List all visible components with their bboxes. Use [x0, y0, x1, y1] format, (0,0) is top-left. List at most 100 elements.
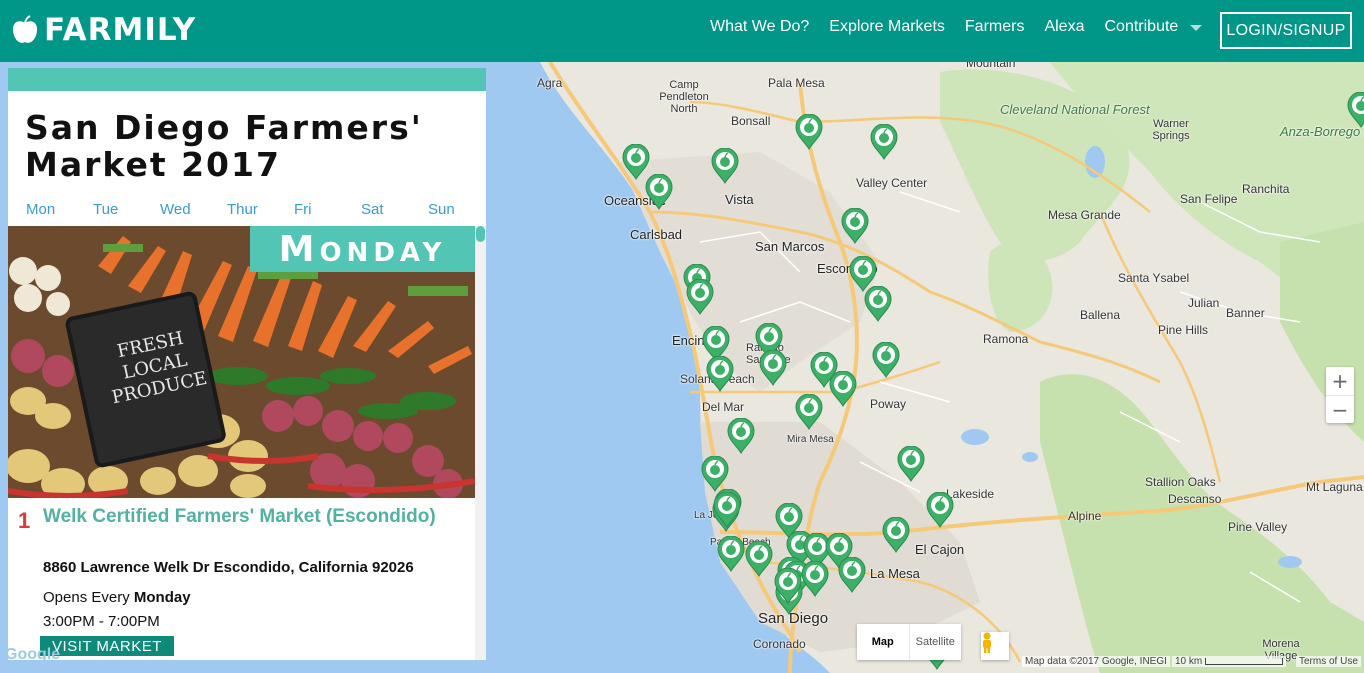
nav-what-we-do[interactable]: What We Do? — [710, 18, 809, 36]
logo-text: FARMILY — [44, 12, 197, 48]
market-hours: 3:00PM - 7:00PM — [43, 613, 160, 630]
map-label-pine-hills: Pine Hills — [1158, 323, 1209, 337]
map-label-la-mesa: La Mesa — [870, 566, 920, 581]
market-pin-icon[interactable] — [745, 541, 773, 577]
market-panel: San Diego Farmers' Market 2017 Mon Tue W… — [8, 68, 486, 660]
top-navbar: FARMILY What We Do? Explore Markets Farm… — [0, 0, 1364, 62]
map-type-map-button[interactable]: Map — [857, 624, 909, 660]
nav-alexa[interactable]: Alexa — [1044, 18, 1084, 36]
map-scale[interactable]: 10 km — [1172, 656, 1287, 667]
map-label-agra: Agra — [537, 76, 563, 90]
tab-wed[interactable]: Wed — [160, 201, 191, 218]
market-pin-icon[interactable] — [717, 536, 745, 572]
map-label-santa-ysabel: Santa Ysabel — [1118, 271, 1190, 285]
current-day-text: MONDAY — [278, 228, 447, 270]
tab-tue[interactable]: Tue — [93, 201, 118, 218]
market-pin-icon[interactable] — [795, 114, 823, 150]
map-label-ramona: Ramona — [983, 332, 1029, 346]
google-logo[interactable]: Google — [5, 646, 60, 664]
scrollbar-thumb[interactable] — [476, 226, 485, 242]
market-pin-icon[interactable] — [686, 279, 714, 315]
caret-down-icon[interactable] — [1190, 25, 1203, 31]
map-label-carlsbad: Carlsbad — [630, 227, 683, 242]
street-view-pegman-icon[interactable] — [981, 632, 1009, 660]
map-label-warner-springs: Warner Springs — [1152, 118, 1190, 142]
market-pin-icon[interactable] — [872, 342, 900, 378]
map-label-el-cajon: El Cajon — [915, 542, 965, 557]
map-type-satellite-button[interactable]: Satellite — [908, 624, 962, 660]
market-pin-icon[interactable] — [870, 124, 898, 160]
market-pin-icon[interactable] — [838, 557, 866, 593]
map-label-bonsall: Bonsall — [731, 114, 771, 128]
map-label-mountain: Mountain — [966, 62, 1016, 70]
market-pin-icon[interactable] — [645, 174, 673, 210]
market-pin-icon[interactable] — [864, 286, 892, 322]
terms-of-use-link[interactable]: Terms of Use — [1296, 656, 1361, 667]
market-pin-icon[interactable] — [713, 492, 741, 528]
map-scale-label: 10 km — [1175, 656, 1203, 667]
market-number: 1 — [18, 508, 31, 533]
market-pin-icon[interactable] — [801, 561, 829, 597]
opens-day: Monday — [133, 589, 191, 606]
map-label-coronado: Coronado — [753, 637, 806, 651]
map-label-descanso: Descanso — [1168, 492, 1222, 506]
scale-bar-icon — [1205, 657, 1284, 665]
market-pin-icon[interactable] — [706, 356, 734, 392]
market-address: 8860 Lawrence Welk Dr Escondido, Califor… — [43, 559, 414, 576]
map-label-pine-valley: Pine Valley — [1228, 520, 1288, 534]
map-label-valley-center: Valley Center — [856, 176, 928, 190]
map-label-alpine: Alpine — [1068, 509, 1102, 523]
market-pin-icon[interactable] — [882, 517, 910, 553]
nav-contribute[interactable]: Contribute — [1104, 18, 1178, 36]
current-day-banner: MONDAY — [250, 226, 475, 272]
market-opens: Opens Every Monday — [43, 589, 191, 606]
tab-mon[interactable]: Mon — [26, 201, 55, 218]
map-label-ballena: Ballena — [1080, 308, 1121, 322]
zoom-out-button[interactable]: − — [1326, 396, 1354, 424]
market-pin-icon[interactable] — [711, 148, 739, 184]
panel-scrollbar[interactable] — [475, 226, 486, 660]
market-produce-image: FRESH LOCAL PRODUCE MONDAY — [8, 226, 475, 498]
map-label-stallion-oaks: Stallion Oaks — [1145, 475, 1216, 489]
map-type-control: Map Satellite — [857, 624, 961, 660]
market-pin-icon[interactable] — [829, 371, 857, 407]
market-pin-icon[interactable] — [774, 568, 802, 604]
nav-farmers[interactable]: Farmers — [965, 18, 1025, 36]
tab-fri[interactable]: Fri — [294, 201, 312, 218]
map-label-del-mar: Del Mar — [702, 400, 745, 414]
market-pin-icon[interactable] — [759, 350, 787, 386]
day-tabs: Mon Tue Wed Thur Fri Sat Sun — [8, 201, 486, 221]
map-label-ranchita: Ranchita — [1242, 182, 1290, 196]
market-pin-icon[interactable] — [897, 446, 925, 482]
market-name-link[interactable]: Welk Certified Farmers' Market (Escondid… — [43, 506, 463, 527]
farmily-logo[interactable]: FARMILY — [12, 10, 196, 50]
map-label-vista: Vista — [725, 192, 754, 207]
map-label-julian: Julian — [1188, 296, 1220, 310]
market-pin-icon[interactable] — [1347, 92, 1364, 128]
opens-prefix: Opens Every — [43, 589, 134, 606]
market-pin-icon[interactable] — [795, 394, 823, 430]
market-pin-icon[interactable] — [727, 418, 755, 454]
map-label-mesa-grande: Mesa Grande — [1048, 208, 1121, 222]
tab-sun[interactable]: Sun — [428, 201, 455, 218]
map-label-pala-mesa: Pala Mesa — [768, 76, 825, 90]
map-label-mt-laguna: Mt Laguna — [1306, 480, 1363, 494]
map-label-cleveland-forest: Cleveland National Forest — [1000, 102, 1150, 117]
map-label-banner: Banner — [1226, 306, 1265, 320]
login-signup-button[interactable]: LOGIN/SIGNUP — [1220, 12, 1352, 49]
nav-explore-markets[interactable]: Explore Markets — [829, 18, 945, 36]
market-pin-icon[interactable] — [926, 492, 954, 528]
market-pin-icon[interactable] — [701, 456, 729, 492]
apple-logo-icon — [12, 15, 38, 43]
tab-sat[interactable]: Sat — [361, 201, 384, 218]
nav-links: What We Do? Explore Markets Farmers Alex… — [700, 18, 1203, 36]
map-label-san-felipe: San Felipe — [1180, 192, 1238, 206]
page-title-line2: Market 2017 — [25, 145, 281, 184]
tab-thur[interactable]: Thur — [227, 201, 258, 218]
panel-header-strip — [8, 68, 486, 91]
market-pin-icon[interactable] — [841, 208, 869, 244]
page-title-line1: San Diego Farmers' — [25, 108, 423, 147]
zoom-control: + − — [1326, 367, 1354, 423]
zoom-in-button[interactable]: + — [1326, 367, 1354, 396]
map-label-poway: Poway — [870, 397, 907, 411]
